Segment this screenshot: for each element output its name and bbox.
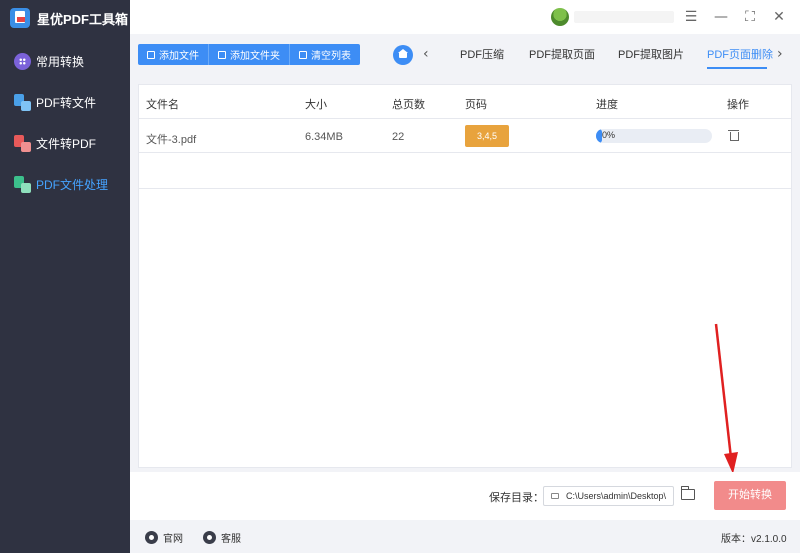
start-convert-button[interactable]: 开始转换	[714, 481, 786, 510]
sidebar-item-label: 常用转换	[36, 54, 85, 69]
tab-pdf-extract-images[interactable]: PDF提取图片	[618, 46, 684, 62]
pdf-process-icon	[14, 175, 31, 193]
support-link[interactable]: 客服	[203, 530, 241, 545]
browse-folder-icon[interactable]	[680, 486, 695, 500]
sidebar-item-pdf-to-file[interactable]: PDF转文件	[14, 92, 96, 112]
tab-pdf-compress[interactable]: PDF压缩	[460, 46, 504, 62]
annotation-arrow	[714, 323, 738, 474]
save-bar: 保存目录： C:\Users\admin\Desktop\ 开始转换	[130, 472, 800, 520]
col-progress: 进度	[596, 99, 618, 111]
chevron-left-icon[interactable]: ‹	[423, 46, 429, 62]
website-label: 官网	[163, 534, 183, 545]
tab-pdf-extract-pages[interactable]: PDF提取页面	[529, 46, 595, 62]
col-actions: 操作	[727, 99, 749, 111]
version-label: 版本：v2.1.0.0	[721, 534, 787, 545]
progress-text: 0%	[602, 130, 616, 140]
col-pages: 总页数	[392, 99, 425, 111]
sidebar: 星优PDF工具箱 常用转换 PDF转文件 文件转PDF PDF文件处理	[0, 0, 130, 553]
home-icon[interactable]	[393, 45, 413, 65]
file-table: 文件名 大小 总页数 页码 进度 操作 文件-3.pdf 6.34MB 22 3…	[138, 84, 792, 468]
support-label: 客服	[221, 534, 241, 545]
trash-icon	[299, 50, 307, 59]
table-row[interactable]: 文件-3.pdf 6.34MB 22 3,4,5 0%	[139, 119, 791, 153]
empty-row	[139, 154, 791, 189]
user-name-redacted	[574, 11, 674, 23]
grid-icon	[14, 52, 31, 70]
tab-pdf-delete-pages[interactable]: PDF页面删除	[707, 46, 773, 62]
col-page-range: 页码	[465, 99, 487, 111]
app-title: 星优PDF工具箱	[10, 8, 128, 28]
col-filename: 文件名	[146, 99, 179, 111]
file-name: 文件-3.pdf	[146, 134, 197, 146]
chevron-right-icon[interactable]: ›	[777, 46, 783, 62]
website-link[interactable]: 官网	[145, 530, 183, 545]
file-toolbar: 添加文件 添加文件夹 清空列表	[138, 44, 360, 65]
browser-icon	[145, 531, 158, 544]
add-file-icon	[147, 50, 155, 59]
app-name: 星优PDF工具箱	[37, 11, 129, 27]
col-size: 大小	[305, 99, 327, 111]
sidebar-item-label: PDF文件处理	[36, 177, 109, 192]
add-folder-button[interactable]: 添加文件夹	[209, 44, 290, 65]
title-bar: ☰ — ⛶ ✕	[130, 0, 800, 34]
folder-icon	[218, 50, 226, 59]
page-range-button[interactable]: 3,4,5	[465, 125, 509, 147]
avatar[interactable]	[551, 8, 569, 26]
file-size: 6.34MB	[305, 131, 343, 143]
sidebar-item-common-convert[interactable]: 常用转换	[14, 51, 84, 71]
app-logo-icon	[10, 8, 30, 28]
minimize-button[interactable]: —	[713, 9, 729, 25]
active-tab-indicator	[707, 67, 767, 69]
sidebar-item-label: 文件转PDF	[36, 136, 97, 151]
sidebar-item-label: PDF转文件	[36, 95, 97, 110]
delete-row-icon[interactable]	[728, 130, 739, 141]
table-header: 文件名 大小 总页数 页码 进度 操作	[139, 85, 791, 119]
save-path-value: C:\Users\admin\Desktop\	[566, 491, 667, 501]
chat-icon	[203, 531, 216, 544]
add-file-button[interactable]: 添加文件	[138, 44, 209, 65]
progress-bar: 0%	[596, 129, 712, 143]
add-folder-label: 添加文件夹	[230, 51, 280, 62]
sidebar-item-pdf-process[interactable]: PDF文件处理	[14, 174, 108, 194]
clear-list-button[interactable]: 清空列表	[290, 44, 360, 65]
save-dir-label: 保存目录：	[489, 492, 544, 504]
save-path-field[interactable]: C:\Users\admin\Desktop\	[543, 486, 674, 506]
footer: 官网 客服 版本：v2.1.0.0	[130, 520, 800, 553]
sliders-icon[interactable]: ☰	[683, 9, 699, 25]
file-to-pdf-icon	[14, 134, 31, 152]
close-button[interactable]: ✕	[771, 9, 787, 25]
add-file-label: 添加文件	[159, 51, 199, 62]
maximize-button[interactable]: ⛶	[742, 9, 758, 25]
pdf-to-file-icon	[14, 93, 31, 111]
clear-list-label: 清空列表	[311, 51, 351, 62]
sidebar-item-file-to-pdf[interactable]: 文件转PDF	[14, 133, 96, 153]
folder-icon	[551, 493, 559, 499]
file-pages: 22	[392, 131, 405, 143]
